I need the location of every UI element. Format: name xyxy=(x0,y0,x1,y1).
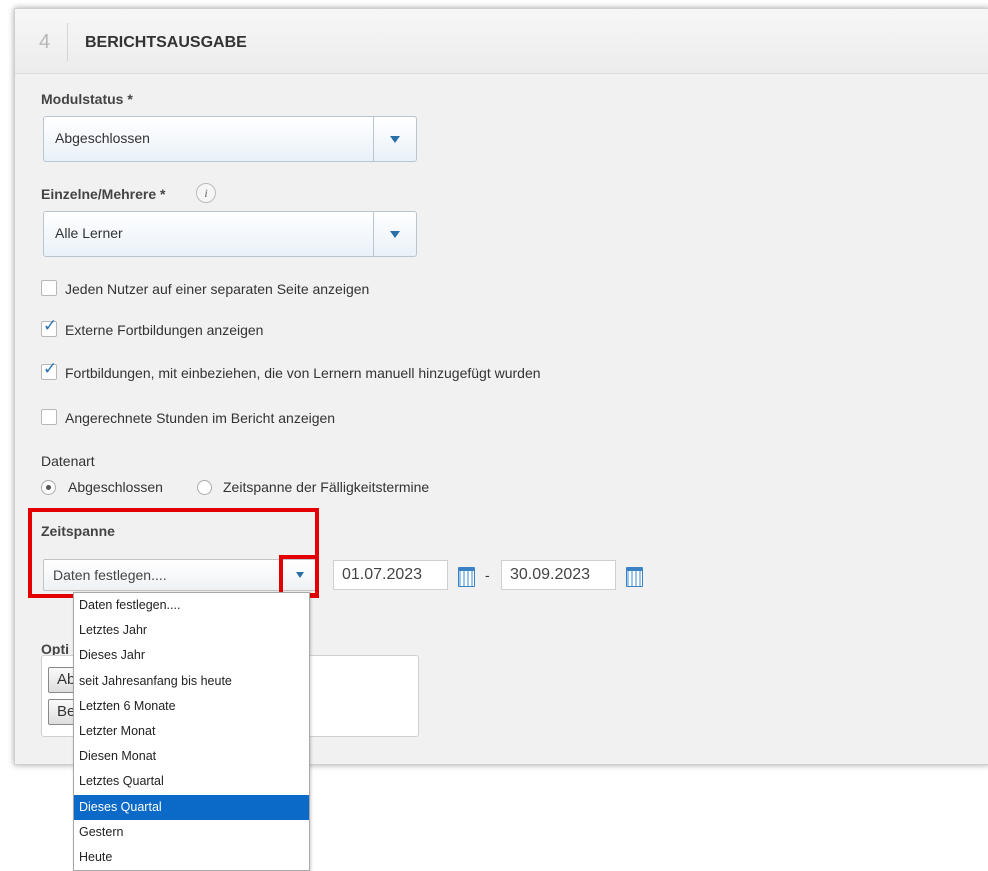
modulstatus-dropdown-button[interactable] xyxy=(373,117,416,161)
dropdown-item[interactable]: Daten festlegen.... xyxy=(74,593,309,618)
radio-completed[interactable] xyxy=(41,480,56,495)
checkmark-icon: ✓ xyxy=(43,316,58,335)
dropdown-item[interactable]: Dieses Jahr xyxy=(74,643,309,668)
checkbox-credited-hours[interactable] xyxy=(41,409,57,425)
checkbox-manual-training[interactable]: ✓ xyxy=(41,360,57,380)
calendar-icon[interactable] xyxy=(458,567,475,587)
date-separator: - xyxy=(485,567,490,583)
date-to-value: 30.09.2023 xyxy=(510,566,591,583)
einzelne-value: Alle Lerner xyxy=(55,225,123,241)
radio-due-period[interactable] xyxy=(197,480,212,495)
modulstatus-value: Abgeschlossen xyxy=(55,130,150,146)
step-number: 4 xyxy=(39,31,51,53)
step-divider xyxy=(67,23,68,61)
chevron-down-icon xyxy=(390,136,400,143)
datenart-label: Datenart xyxy=(41,453,95,469)
dropdown-item-selected[interactable]: Dieses Quartal xyxy=(74,794,309,820)
checkbox-separate-page[interactable] xyxy=(41,280,57,296)
date-from-value: 01.07.2023 xyxy=(342,566,423,583)
dropdown-item[interactable]: Heute xyxy=(74,845,309,870)
checkbox-external-training-label: Externe Fortbildungen anzeigen xyxy=(65,322,264,338)
dropdown-item[interactable]: Letzten 6 Monate xyxy=(74,694,309,719)
info-icon[interactable]: i xyxy=(196,183,216,203)
modulstatus-select[interactable]: Abgeschlossen xyxy=(43,116,417,162)
einzelne-dropdown-button[interactable] xyxy=(373,212,416,256)
checkbox-external-training[interactable]: ✓ xyxy=(41,317,57,337)
dropdown-item[interactable]: Letztes Jahr xyxy=(74,618,309,643)
dropdown-item[interactable]: Gestern xyxy=(74,820,309,845)
checkbox-separate-page-label: Jeden Nutzer auf einer separaten Seite a… xyxy=(65,281,370,297)
checkbox-manual-training-label: Fortbildungen, mit einbeziehen, die von … xyxy=(65,365,541,381)
checkbox-credited-hours-label: Angerechnete Stunden im Bericht anzeigen xyxy=(65,410,336,426)
section-header: 4 BERICHTSAUSGABE xyxy=(15,9,988,74)
radio-completed-label: Abgeschlossen xyxy=(68,479,163,495)
einzelne-select[interactable]: Alle Lerner xyxy=(43,211,417,257)
date-from-input[interactable]: 01.07.2023 xyxy=(333,560,448,590)
zeitspanne-highlight xyxy=(28,508,319,598)
dropdown-item[interactable]: Letzter Monat xyxy=(74,719,309,744)
dropdown-arrow-highlight xyxy=(279,555,319,597)
zeitspanne-dropdown-list: Daten festlegen.... Letztes Jahr Dieses … xyxy=(73,592,310,871)
modulstatus-label: Modulstatus * xyxy=(41,91,133,107)
dropdown-item[interactable]: Diesen Monat xyxy=(74,744,309,769)
chevron-down-icon xyxy=(390,231,400,238)
checkmark-icon: ✓ xyxy=(43,359,58,378)
calendar-icon[interactable] xyxy=(626,567,643,587)
date-to-input[interactable]: 30.09.2023 xyxy=(501,560,616,590)
dropdown-item[interactable]: seit Jahresanfang bis heute xyxy=(74,669,309,694)
radio-dot xyxy=(46,485,51,490)
section-title: BERICHTSAUSGABE xyxy=(85,34,247,51)
einzelne-label: Einzelne/Mehrere * xyxy=(41,186,166,202)
dropdown-item[interactable]: Letztes Quartal xyxy=(74,769,309,794)
radio-due-period-label: Zeitspanne der Fälligkeitstermine xyxy=(223,479,430,495)
